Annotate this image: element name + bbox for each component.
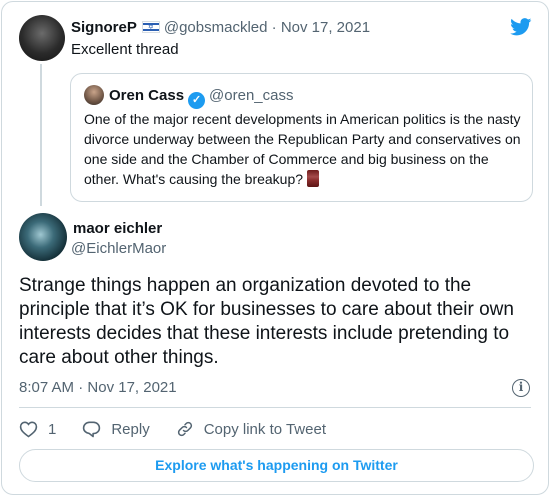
copy-link-button[interactable]: Copy link to Tweet [176,420,326,438]
divider [19,407,531,408]
quoted-tweet-text: One of the major recent developments in … [84,109,524,189]
quoted-avatar [84,85,104,105]
parent-display-name[interactable]: SignoreP [71,19,137,36]
quoted-display-name: Oren Cass [109,87,185,104]
tweet-timestamp[interactable]: 8:07 AM · Nov 17, 2021 [19,378,177,398]
parent-tweet-header: SignoreP ✡ @gobsmackled · Nov 17, 2021 [71,18,370,38]
tweet-embed-card: SignoreP ✡ @gobsmackled · Nov 17, 2021 Exc… [1,1,549,495]
like-button[interactable]: 1 [19,420,56,438]
action-bar: 1 Reply Copy link to Tweet [19,419,352,439]
main-display-name[interactable]: maor eichler [73,219,162,239]
quoted-handle: @oren_cass [209,87,294,104]
main-avatar[interactable] [19,213,67,261]
parent-avatar[interactable] [19,15,65,61]
main-handle[interactable]: @EichlerMaor [71,239,166,259]
scroll-emoji-icon [307,170,320,187]
parent-tweet-text: Excellent thread [71,41,179,58]
info-icon[interactable]: i [512,379,530,397]
quoted-tweet-body: One of the major recent developments in … [84,111,521,187]
twitter-bird-icon[interactable] [510,18,532,36]
reply-button[interactable]: Reply [82,420,150,438]
quoted-tweet-header: Oren Cass ✓ @oren_cass [109,86,293,109]
main-tweet-text: Strange things happen an organization de… [19,275,514,368]
verified-badge-icon: ✓ [188,92,206,109]
copy-link-label: Copy link to Tweet [203,420,326,438]
reply-icon [83,421,101,438]
parent-date[interactable]: Nov 17, 2021 [281,19,370,36]
parent-handle[interactable]: @gobsmackled [164,19,268,36]
tweet-date[interactable]: Nov 17, 2021 [87,379,176,396]
quoted-tweet[interactable]: Oren Cass ✓ @oren_cass One of the major re… [70,73,533,202]
link-icon [177,421,192,437]
reply-label: Reply [111,420,150,438]
timestamp-separator: · [78,379,84,396]
israel-flag-icon: ✡ [141,21,160,33]
heart-icon [19,421,38,438]
parent-separator: · [271,19,277,36]
like-count: 1 [48,420,57,438]
tweet-time[interactable]: 8:07 AM [19,379,74,396]
thread-connector-line [40,64,42,206]
explore-twitter-button[interactable]: Explore what's happening on Twitter [19,449,534,482]
